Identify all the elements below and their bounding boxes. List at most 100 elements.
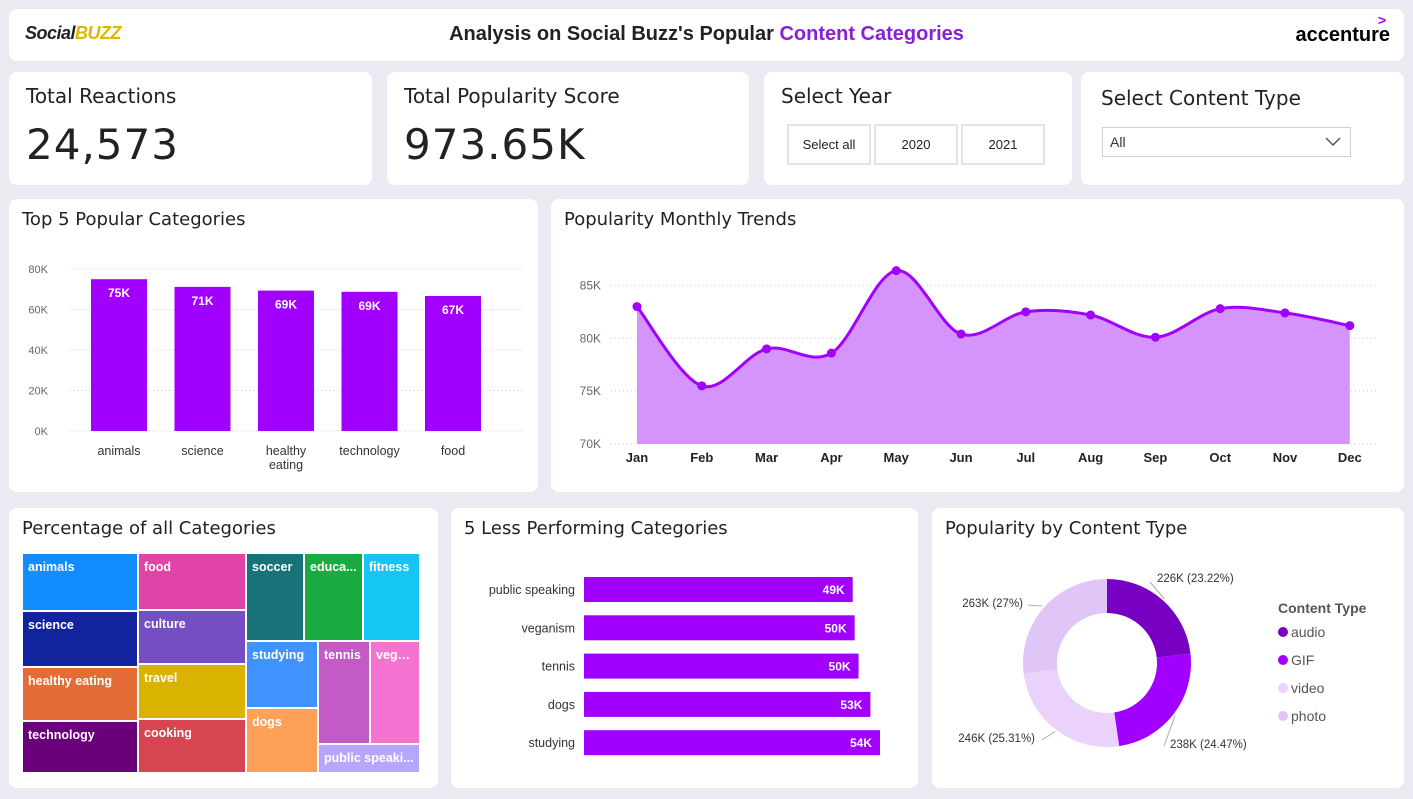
legend-label: video <box>1291 680 1325 696</box>
content-type-donut-card: Popularity by Content Type 226K (23.22%)… <box>932 508 1404 788</box>
legend-label: audio <box>1291 624 1326 640</box>
slice-data-label: 246K (25.31%) <box>958 733 1035 745</box>
legend-marker <box>1278 627 1288 637</box>
year-option-2020[interactable]: 2020 <box>874 124 958 165</box>
y-tick-label: studying <box>528 736 575 750</box>
treemap-tile[interactable]: food <box>138 553 246 610</box>
legend-item[interactable]: photo <box>1278 708 1326 724</box>
bar <box>584 653 859 679</box>
year-slicer: Select Year Select all 2020 2021 <box>764 72 1072 185</box>
treemap-tile[interactable]: culture <box>138 610 246 664</box>
top5-bar-svg: 0K 20K 40K 60K 80K 75K animals 71K science 69K hea… <box>28 264 524 472</box>
treemap-area: animals science healthy eating technology fo… <box>22 553 420 773</box>
donut-slice <box>1023 669 1120 747</box>
treemap-tile[interactable]: educa... <box>304 553 363 641</box>
accenture-logo: accenture > <box>1295 12 1391 46</box>
x-tick-label: food <box>441 444 465 458</box>
treemap-tile[interactable]: science <box>22 611 138 667</box>
bar-data-label: 50K <box>829 660 851 674</box>
legend-label: photo <box>1291 708 1327 724</box>
data-point <box>697 381 707 391</box>
bar <box>584 615 855 641</box>
less-performing-chart: 5 Less Performing Categories 49K public s… <box>451 508 918 788</box>
year-option-select-all[interactable]: Select all <box>787 124 871 165</box>
treemap-tile[interactable]: technology <box>22 721 138 773</box>
x-tick-label: animals <box>97 444 140 458</box>
x-tick-label: technology <box>339 444 400 458</box>
treemap-tile[interactable]: cooking <box>138 719 246 773</box>
y-tick-label: 0K <box>35 426 49 438</box>
bar <box>584 730 880 756</box>
treemap-tile[interactable]: dogs <box>246 708 318 773</box>
legend-item[interactable]: video <box>1278 680 1324 696</box>
category-treemap: Percentage of all Categories animals scie… <box>9 508 438 788</box>
y-tick-label: 70K <box>580 437 601 451</box>
x-tick-label: Apr <box>820 450 842 465</box>
donut-slice <box>1114 653 1191 747</box>
leader-line <box>1027 604 1043 607</box>
treemap-tile[interactable]: tennis <box>318 641 370 744</box>
total-popularity-card: Total Popularity Score 973.65K <box>387 72 749 185</box>
bar-data-label: 71K <box>191 294 213 308</box>
less5-bar-svg: 49K public speaking 50K veganism 50K tennis 53… <box>489 577 880 756</box>
bar-data-label: 67K <box>442 303 464 317</box>
data-point <box>632 302 642 312</box>
treemap-tile[interactable]: vega... <box>370 641 420 744</box>
donut-slice <box>1107 579 1191 658</box>
data-point <box>1280 308 1290 318</box>
slice-data-label: 238K (24.47%) <box>1170 739 1247 751</box>
y-tick-label: tennis <box>542 660 575 674</box>
treemap-tile[interactable]: animals <box>22 553 138 611</box>
dashboard-header: SocialBUZZ Analysis on Social Buzz's Pop… <box>9 9 1404 61</box>
y-tick-label: 80K <box>580 331 601 345</box>
content-type-dropdown[interactable]: All <box>1102 127 1351 157</box>
year-option-2021[interactable]: 2021 <box>961 124 1045 165</box>
treemap-tile[interactable]: soccer <box>246 553 304 641</box>
total-reactions-card: Total Reactions 24,573 <box>9 72 372 185</box>
monthly-trend-chart: Popularity Monthly Trends 70K 75K 80K 85K Ja… <box>551 199 1404 492</box>
data-point <box>762 344 772 354</box>
kpi-label: Total Reactions <box>26 84 177 108</box>
kpi-value: 24,573 <box>26 120 179 169</box>
y-tick-label: 20K <box>28 386 48 398</box>
bar-data-label: 69K <box>275 298 297 312</box>
y-tick-label: veganism <box>522 621 576 635</box>
x-tick-label: Oct <box>1209 450 1231 465</box>
treemap-tile[interactable]: public speaki... <box>318 744 420 773</box>
bar <box>584 577 853 602</box>
y-tick-label: dogs <box>548 698 575 712</box>
x-tick-label: science <box>181 444 223 458</box>
chart-title: Percentage of all Categories <box>22 518 276 539</box>
treemap-tile[interactable]: healthy eating <box>22 667 138 721</box>
data-point <box>1345 321 1355 331</box>
y-tick-label: 75K <box>580 384 601 398</box>
treemap-tile[interactable]: travel <box>138 664 246 719</box>
y-tick-label: 40K <box>28 345 48 357</box>
bar-data-label: 53K <box>840 698 862 712</box>
data-point <box>1086 310 1096 320</box>
trend-area-svg: 70K 75K 80K 85K Jan Feb Mar Apr May Jun Jul Aug Sep O… <box>580 266 1376 465</box>
x-tick-label: Jul <box>1016 450 1035 465</box>
legend-marker <box>1278 655 1288 665</box>
x-tick-label: Dec <box>1338 450 1362 465</box>
treemap-tile[interactable]: studying <box>246 641 318 708</box>
treemap-tile[interactable]: fitness <box>363 553 420 641</box>
x-tick-label: May <box>884 450 910 465</box>
content-type-slicer: Select Content Type All <box>1081 72 1404 185</box>
leader-line <box>1041 731 1056 741</box>
x-tick-label: Aug <box>1078 450 1103 465</box>
legend-label: GIF <box>1291 652 1315 668</box>
bar <box>584 691 871 717</box>
x-tick-label: Feb <box>690 450 713 465</box>
data-point <box>956 329 966 339</box>
legend-item[interactable]: audio <box>1278 624 1325 640</box>
bar-data-label: 69K <box>358 299 380 313</box>
legend-marker <box>1278 711 1288 721</box>
bar-data-label: 54K <box>850 736 872 750</box>
data-point <box>826 348 836 358</box>
slicer-label: Select Year <box>781 84 892 108</box>
chevron-down-icon <box>1324 128 1342 165</box>
x-tick-label: Mar <box>755 450 778 465</box>
kpi-value: 973.65K <box>404 120 586 169</box>
legend-item[interactable]: GIF <box>1278 652 1314 668</box>
